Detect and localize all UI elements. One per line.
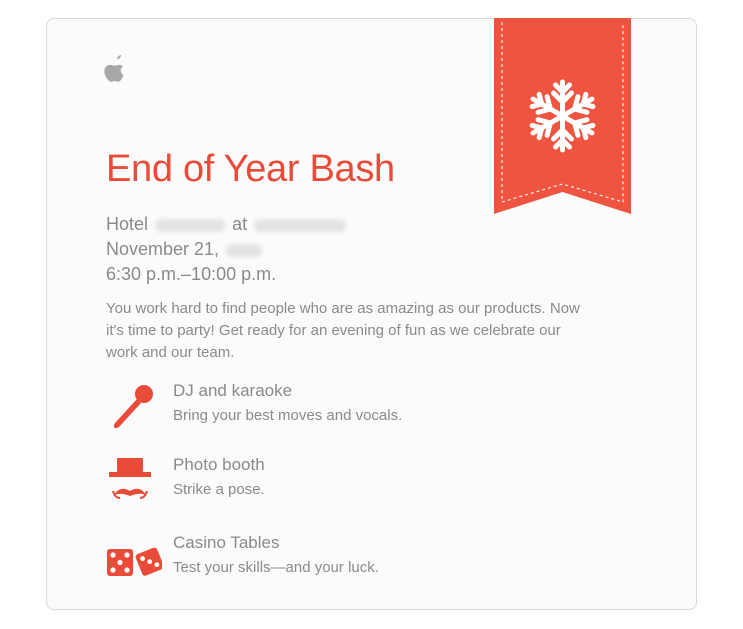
dice-icon [107,547,162,576]
feature-item-photo-booth: Photo booth Strike a pose. [106,455,506,511]
hat-mustache-icon [109,458,151,499]
intro-paragraph: You work hard to find people who are as … [106,300,580,361]
event-title: End of Year Bash [106,148,395,190]
feature-item-casino: Casino Tables Test your skills—and your … [106,533,506,589]
apple-logo-icon [104,55,124,82]
event-details: Hotel at November 21, 6:30 p.m.–10:00 p.… [106,212,348,287]
event-time: 6:30 p.m.–10:00 p.m. [106,264,277,284]
event-date: November 21, [106,239,220,259]
redacted-venue-name [155,218,226,232]
ribbon-banner [494,18,631,214]
feature-item-dj: DJ and karaoke Bring your best moves and… [106,381,506,437]
feature-title: DJ and karaoke [173,381,293,400]
feature-description: Strike a pose. [173,481,265,498]
date-line: November 21, [106,237,348,262]
redacted-year [226,243,263,257]
feature-description: Test your skills—and your luck. [173,559,379,576]
feature-title: Photo booth [173,455,265,474]
venue-connector: at [232,214,248,234]
microphone-icon [113,385,153,429]
feature-description: Bring your best moves and vocals. [173,407,403,424]
feature-title: Casino Tables [173,533,280,552]
redacted-venue-location [254,218,347,232]
venue-line: Hotel at [106,212,348,237]
venue-prefix: Hotel [106,214,149,234]
